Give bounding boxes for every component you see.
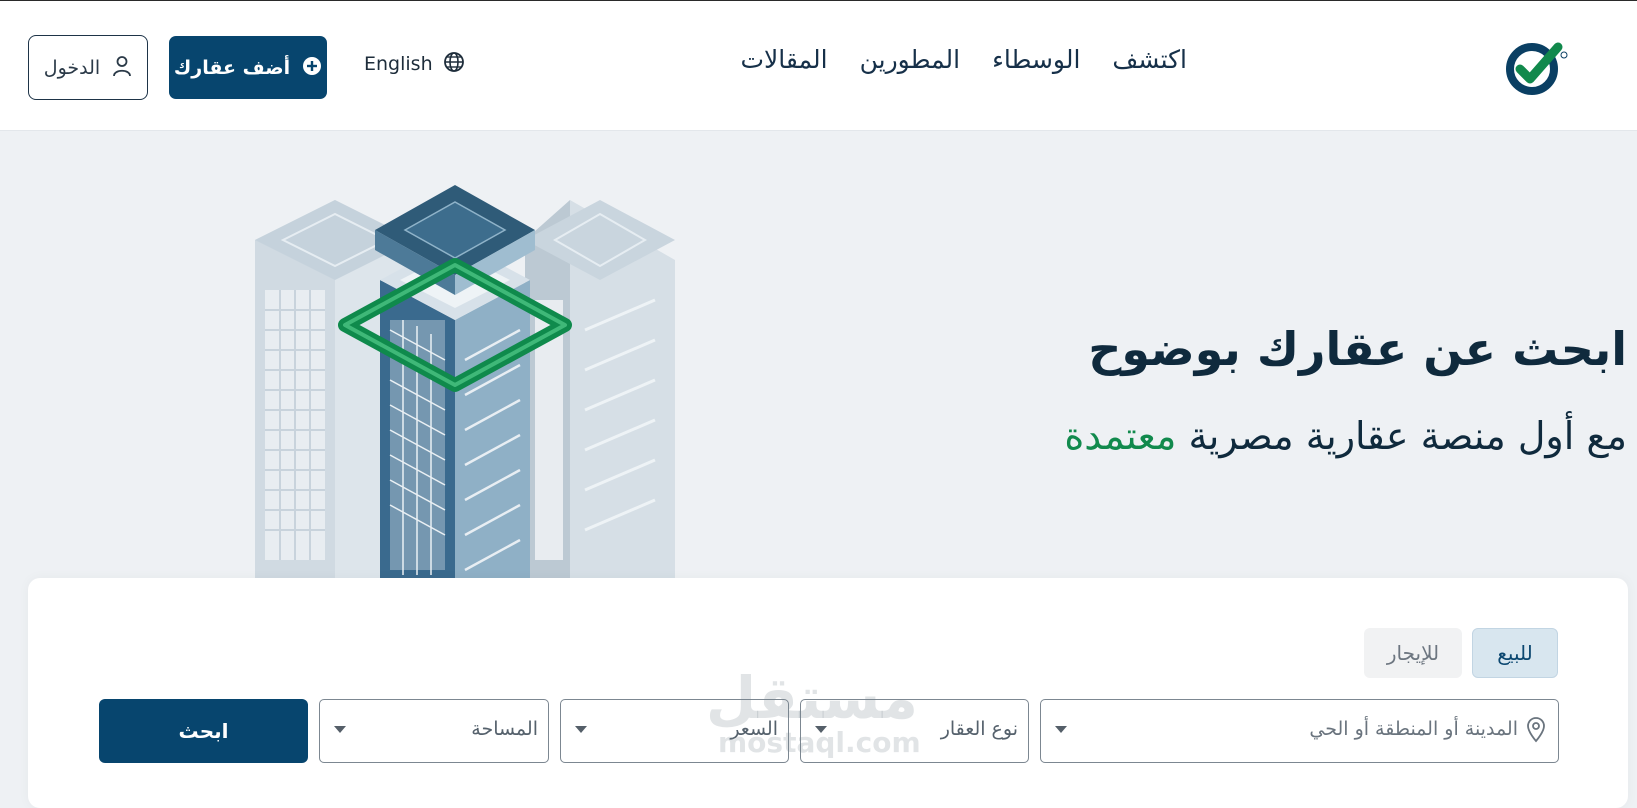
property-type-label: نوع العقار — [940, 718, 1018, 740]
hero-subtitle: مع أول منصة عقارية مصرية معتمدة — [1064, 414, 1627, 458]
language-switch[interactable]: English — [364, 51, 465, 77]
main-nav: اكتشف الوسطاء المطورين المقالات — [741, 45, 1187, 74]
caret-down-icon — [575, 726, 587, 733]
hero-title: ابحث عن عقارك بوضوح — [1088, 322, 1627, 376]
area-label: المساحة — [471, 718, 538, 740]
location-placeholder: المدينة أو المنطقة أو الحي — [1309, 718, 1518, 740]
caret-down-icon — [1055, 726, 1067, 733]
location-pin-icon — [1526, 716, 1546, 748]
globe-icon — [443, 51, 465, 77]
hero-subtitle-accent: معتمدة — [1064, 414, 1177, 458]
nav-item-articles[interactable]: المقالات — [741, 45, 828, 74]
site-header: اكتشف الوسطاء المطورين المقالات English … — [0, 0, 1637, 130]
login-button[interactable]: الدخول — [28, 35, 148, 100]
nav-item-brokers[interactable]: الوسطاء — [992, 45, 1080, 74]
add-property-button[interactable]: أضف عقارك — [169, 36, 327, 99]
nav-item-discover[interactable]: اكتشف — [1112, 45, 1187, 74]
watermark: مستقل mostaql.com — [705, 664, 921, 759]
area-select[interactable]: المساحة — [319, 699, 549, 763]
language-label: English — [364, 53, 433, 75]
login-label: الدخول — [43, 56, 101, 79]
logo-check-icon[interactable] — [1506, 39, 1570, 95]
search-button[interactable]: ابحث — [99, 699, 308, 763]
watermark-arabic: مستقل — [705, 664, 918, 732]
add-property-label: أضف عقارك — [173, 56, 291, 79]
plus-circle-icon — [302, 56, 322, 80]
caret-down-icon — [334, 726, 346, 733]
tab-for-sale[interactable]: للبيع — [1472, 628, 1558, 678]
user-icon — [112, 55, 132, 81]
location-search-input[interactable]: المدينة أو المنطقة أو الحي — [1040, 699, 1559, 763]
hero-subtitle-main: مع أول منصة عقارية مصرية — [1188, 414, 1627, 458]
tab-for-rent[interactable]: للإيجار — [1364, 628, 1462, 678]
nav-item-developers[interactable]: المطورين — [860, 45, 961, 74]
buildings-illustration — [255, 180, 675, 580]
watermark-url: mostaql.com — [718, 726, 921, 759]
